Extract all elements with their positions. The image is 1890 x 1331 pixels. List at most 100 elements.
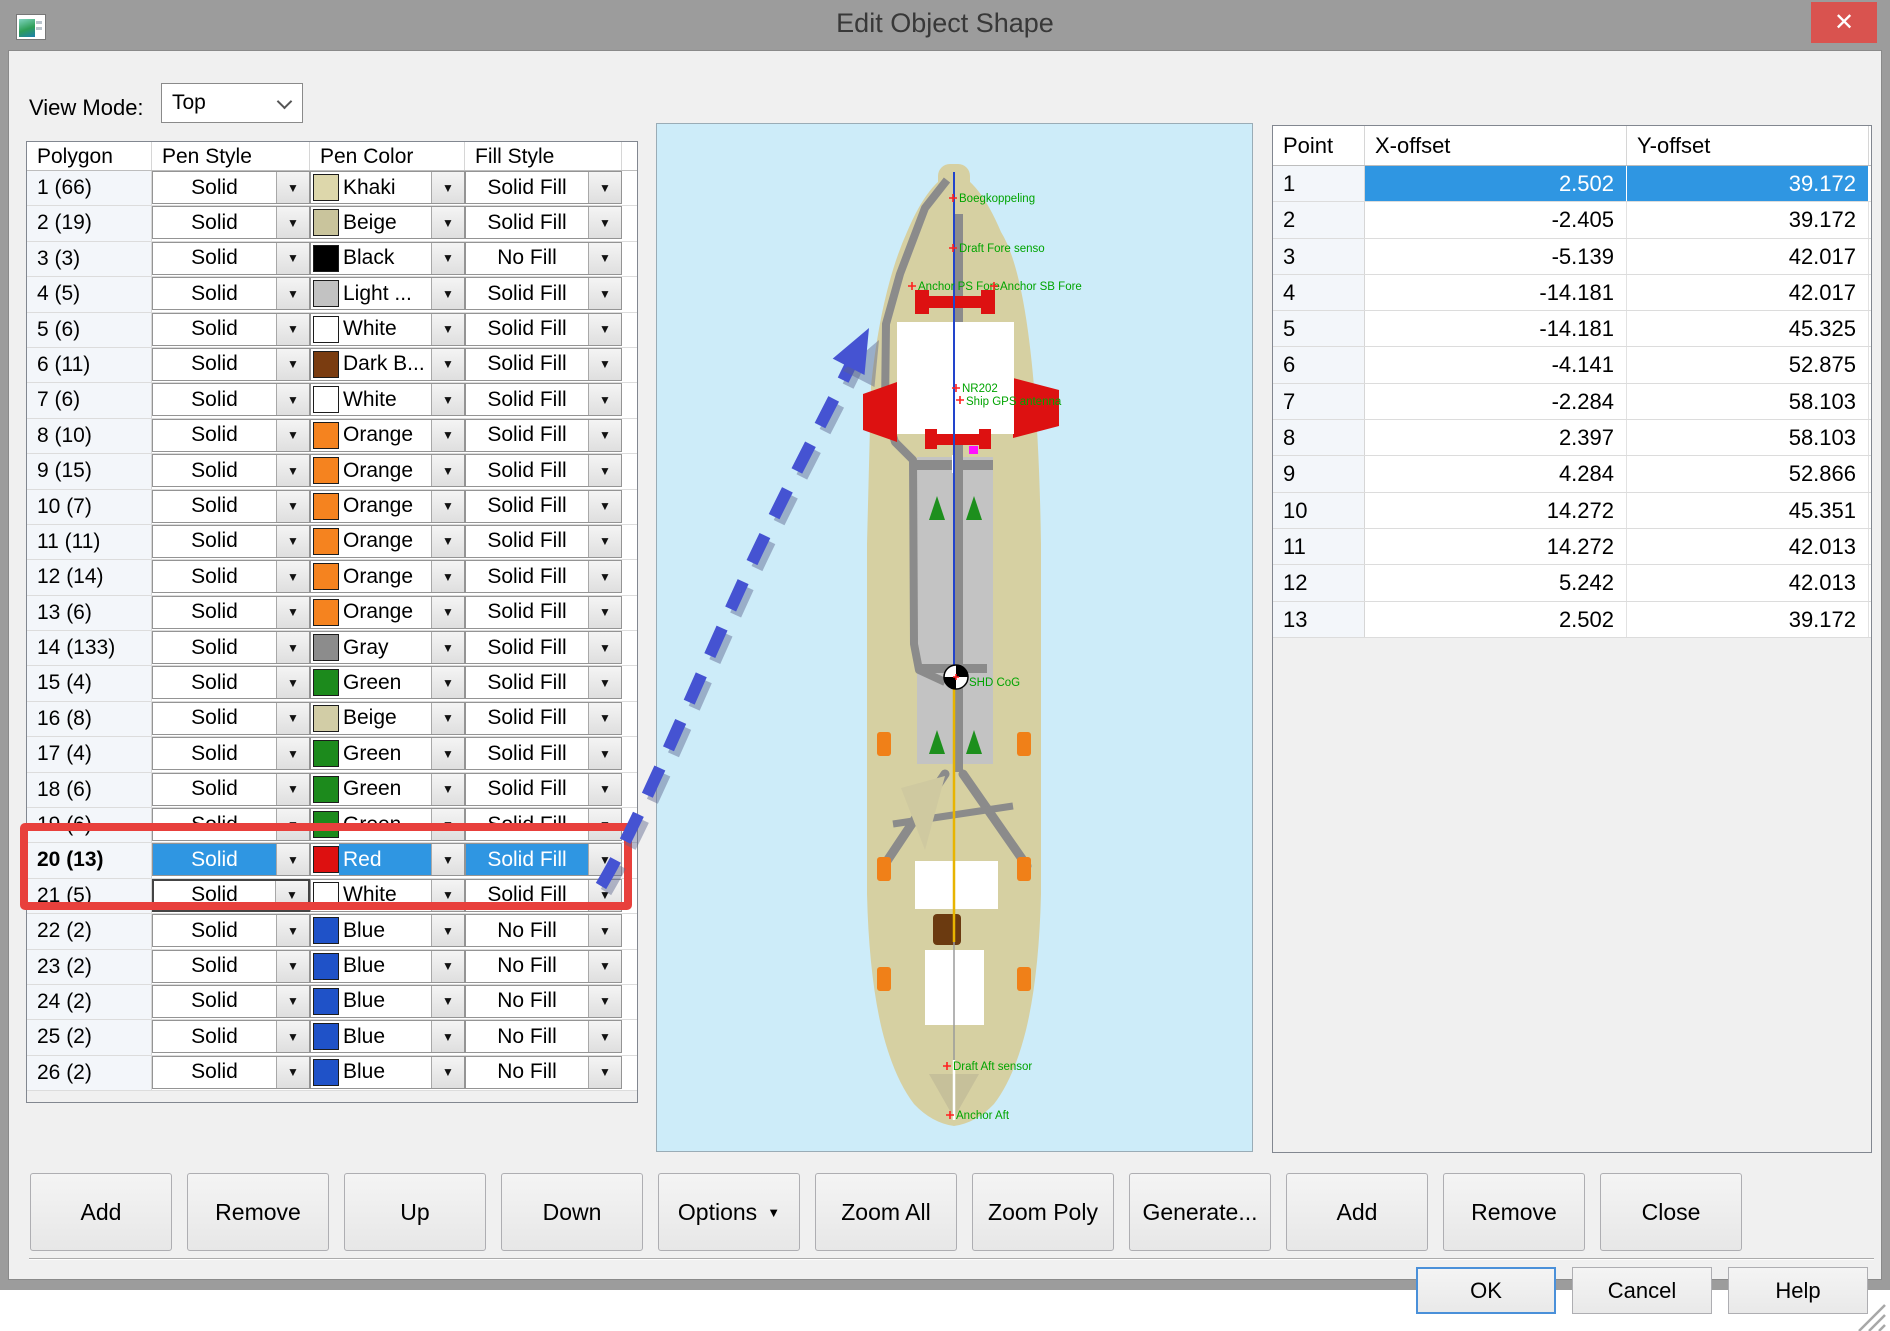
polygon-row[interactable]: 11 (11)Solid▼Orange▼Solid Fill▼ [27, 525, 637, 560]
polygon-row[interactable]: 23 (2)Solid▼Blue▼No Fill▼ [27, 950, 637, 985]
polygon-row[interactable]: 16 (8)Solid▼Beige▼Solid Fill▼ [27, 702, 637, 737]
fill-style-combobox[interactable]: No Fill▼ [465, 1056, 622, 1089]
dropdown-arrow-icon[interactable]: ▼ [588, 667, 621, 698]
pen-color-combobox[interactable]: Black▼ [310, 242, 465, 275]
point-id-cell[interactable]: 10 [1273, 493, 1365, 528]
y-offset-cell[interactable]: 45.325 [1627, 311, 1869, 346]
add-point-button[interactable]: Add [1286, 1173, 1428, 1251]
y-offset-cell[interactable]: 58.103 [1627, 384, 1869, 419]
y-offset-cell[interactable]: 42.013 [1627, 565, 1869, 600]
dropdown-arrow-icon[interactable]: ▼ [588, 207, 621, 238]
zoom-poly-button[interactable]: Zoom Poly [972, 1173, 1114, 1251]
dropdown-arrow-icon[interactable]: ▼ [431, 774, 464, 805]
dropdown-arrow-icon[interactable]: ▼ [431, 738, 464, 769]
fill-style-cell[interactable]: Solid Fill▼ [465, 383, 622, 417]
fill-style-cell[interactable]: Solid Fill▼ [465, 631, 622, 665]
dropdown-arrow-icon[interactable]: ▼ [588, 703, 621, 734]
pen-color-combobox[interactable]: Beige▼ [310, 702, 465, 735]
pen-color-cell[interactable]: Orange▼ [310, 525, 465, 559]
polygon-row[interactable]: 8 (10)Solid▼Orange▼Solid Fill▼ [27, 419, 637, 454]
cancel-button[interactable]: Cancel [1572, 1267, 1712, 1314]
fill-style-combobox[interactable]: Solid Fill▼ [465, 277, 622, 310]
fill-style-combobox[interactable]: No Fill▼ [465, 914, 622, 947]
dropdown-arrow-icon[interactable]: ▼ [431, 349, 464, 380]
point-id-cell[interactable]: 12 [1273, 565, 1365, 600]
point-id-cell[interactable]: 6 [1273, 347, 1365, 382]
polygon-id-cell[interactable]: 1 (66) [27, 171, 152, 205]
x-offset-cell[interactable]: -5.139 [1365, 239, 1627, 274]
pen-color-cell[interactable]: Gray▼ [310, 631, 465, 665]
pen-style-cell[interactable]: Solid▼ [152, 313, 310, 347]
pen-style-cell[interactable]: Solid▼ [152, 631, 310, 665]
pen-color-cell[interactable]: Blue▼ [310, 950, 465, 984]
point-id-cell[interactable]: 9 [1273, 456, 1365, 491]
point-id-cell[interactable]: 11 [1273, 529, 1365, 564]
dropdown-arrow-icon[interactable]: ▼ [588, 951, 621, 982]
pen-style-combobox[interactable]: Solid▼ [152, 950, 310, 983]
dropdown-arrow-icon[interactable]: ▼ [588, 632, 621, 663]
dropdown-arrow-icon[interactable]: ▼ [588, 243, 621, 274]
dropdown-arrow-icon[interactable]: ▼ [588, 349, 621, 380]
dropdown-arrow-icon[interactable]: ▼ [588, 455, 621, 486]
pen-color-cell[interactable]: Black▼ [310, 242, 465, 276]
point-row[interactable]: 3-5.13942.017 [1273, 239, 1871, 275]
pen-style-combobox[interactable]: Solid▼ [152, 1020, 310, 1053]
pen-style-cell[interactable]: Solid▼ [152, 348, 310, 382]
add-polygon-button[interactable]: Add [30, 1173, 172, 1251]
dropdown-arrow-icon[interactable]: ▼ [431, 314, 464, 345]
fill-style-cell[interactable]: No Fill▼ [465, 985, 622, 1019]
ship-preview-panel[interactable]: BoegkoppelingDraft Fore sensoAnchor PS F… [656, 123, 1253, 1152]
point-id-cell[interactable]: 5 [1273, 311, 1365, 346]
point-id-cell[interactable]: 7 [1273, 384, 1365, 419]
pen-style-cell[interactable]: Solid▼ [152, 773, 310, 807]
point-row[interactable]: 1114.27242.013 [1273, 529, 1871, 565]
dropdown-arrow-icon[interactable]: ▼ [276, 951, 309, 982]
point-row[interactable]: 6-4.14152.875 [1273, 347, 1871, 383]
x-offset-cell[interactable]: 4.284 [1365, 456, 1627, 491]
options-button[interactable]: Options▼ [658, 1173, 800, 1251]
polygon-row[interactable]: 17 (4)Solid▼Green▼Solid Fill▼ [27, 737, 637, 772]
pen-style-cell[interactable]: Solid▼ [152, 242, 310, 276]
fill-style-combobox[interactable]: Solid Fill▼ [465, 666, 622, 699]
dropdown-arrow-icon[interactable]: ▼ [588, 526, 621, 557]
fill-style-cell[interactable]: Solid Fill▼ [465, 206, 622, 240]
pen-color-cell[interactable]: Blue▼ [310, 985, 465, 1019]
dropdown-arrow-icon[interactable]: ▼ [276, 667, 309, 698]
fill-style-cell[interactable]: Solid Fill▼ [465, 490, 622, 524]
pen-color-combobox[interactable]: White▼ [310, 383, 465, 416]
pen-style-combobox[interactable]: Solid▼ [152, 313, 310, 346]
pen-style-combobox[interactable]: Solid▼ [152, 631, 310, 664]
y-offset-cell[interactable]: 39.172 [1627, 166, 1869, 201]
point-row[interactable]: 132.50239.172 [1273, 602, 1871, 638]
pen-color-cell[interactable]: Beige▼ [310, 702, 465, 736]
pen-style-cell[interactable]: Solid▼ [152, 206, 310, 240]
dropdown-arrow-icon[interactable]: ▼ [276, 278, 309, 309]
pen-color-combobox[interactable]: Orange▼ [310, 490, 465, 523]
polygon-row[interactable]: 22 (2)Solid▼Blue▼No Fill▼ [27, 914, 637, 949]
fill-style-combobox[interactable]: Solid Fill▼ [465, 454, 622, 487]
fill-style-combobox[interactable]: Solid Fill▼ [465, 525, 622, 558]
fill-style-combobox[interactable]: Solid Fill▼ [465, 490, 622, 523]
generate-button[interactable]: Generate... [1129, 1173, 1271, 1251]
pen-color-cell[interactable]: Light ...▼ [310, 277, 465, 311]
pen-color-cell[interactable]: Orange▼ [310, 596, 465, 630]
point-id-cell[interactable]: 4 [1273, 275, 1365, 310]
polygon-row[interactable]: 5 (6)Solid▼White▼Solid Fill▼ [27, 313, 637, 348]
close-list-button[interactable]: Close [1600, 1173, 1742, 1251]
dropdown-arrow-icon[interactable]: ▼ [588, 1057, 621, 1088]
polygon-row[interactable]: 2 (19)Solid▼Beige▼Solid Fill▼ [27, 206, 637, 241]
fill-style-cell[interactable]: Solid Fill▼ [465, 560, 622, 594]
pen-color-cell[interactable]: Blue▼ [310, 914, 465, 948]
fill-style-combobox[interactable]: No Fill▼ [465, 242, 622, 275]
dropdown-arrow-icon[interactable]: ▼ [276, 526, 309, 557]
pen-style-cell[interactable]: Solid▼ [152, 419, 310, 453]
polygon-id-cell[interactable]: 8 (10) [27, 419, 152, 453]
dropdown-arrow-icon[interactable]: ▼ [276, 1021, 309, 1052]
pen-color-cell[interactable]: Blue▼ [310, 1020, 465, 1054]
fill-style-combobox[interactable]: No Fill▼ [465, 950, 622, 983]
dropdown-arrow-icon[interactable]: ▼ [276, 774, 309, 805]
x-offset-cell[interactable]: 2.502 [1365, 166, 1627, 201]
fill-style-combobox[interactable]: No Fill▼ [465, 1020, 622, 1053]
pen-color-cell[interactable]: Beige▼ [310, 206, 465, 240]
dropdown-arrow-icon[interactable]: ▼ [276, 738, 309, 769]
